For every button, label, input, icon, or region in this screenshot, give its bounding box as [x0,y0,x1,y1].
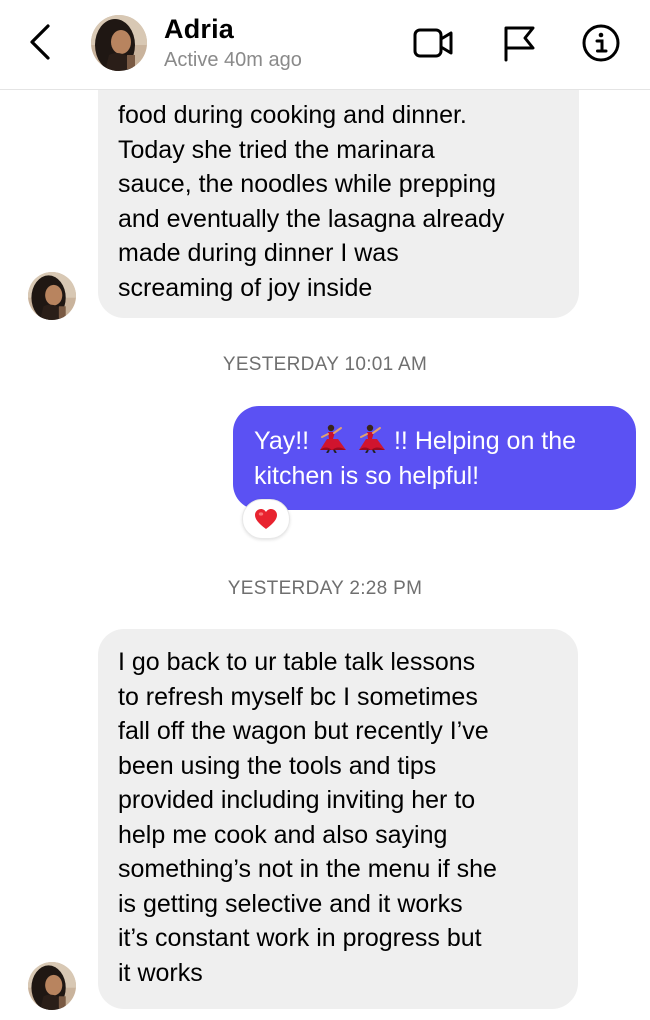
active-status: Active 40m ago [164,49,302,71]
message-line: to refresh myself bc I sometimes [118,682,478,711]
message-line: been using the tools and tips [118,751,437,780]
contact-name[interactable]: Adria [164,14,234,45]
avatar-photo [28,272,76,320]
message-line: I go back to ur table talk lessons [118,648,476,676]
timestamp: YESTERDAY 10:01 AM [222,354,428,375]
message-line: it’s constant work in progress but [118,924,482,952]
message-thread[interactable]: food during cooking and dinner. Today sh… [0,90,650,1020]
dancer-emoji [320,424,347,453]
message-line: help me cook and also saying [118,820,448,849]
heart-reaction[interactable] [242,499,290,539]
dancer-emoji [359,424,386,453]
incoming-message[interactable]: I go back to ur table talk lessons to re… [98,629,578,1009]
message-line: kitchen is so helpful! [254,461,480,490]
back-button[interactable] [22,20,62,64]
message-line: and eventually the lasagna already [118,204,505,233]
avatar-photo [28,962,76,1010]
message-line: sauce, the noodles while prepping [118,170,497,198]
message-line: made during dinner I was [118,239,399,267]
incoming-message[interactable]: food during cooking and dinner. Today sh… [98,90,579,318]
chevron-left-icon [30,24,50,60]
contact-avatar[interactable] [91,15,147,71]
message-text: !! Helping on the [393,427,577,455]
chat-header: Adria Active 40m ago [0,0,650,90]
message-line: Yay!! !! Helping on the [254,423,616,459]
flag-icon [504,26,535,62]
message-line: something’s not in the menu if she [118,855,497,883]
outgoing-message[interactable]: Yay!! !! Helping on the kitchen is so he… [233,406,636,510]
video-camera-icon [413,28,453,58]
message-line: Today she tried the marinara [118,135,435,164]
sender-avatar[interactable] [28,962,76,1010]
info-button[interactable] [578,20,624,66]
message-line: is getting selective and it works [118,889,463,918]
message-text: Yay!! [254,427,310,455]
avatar-photo [91,15,147,71]
timestamp: YESTERDAY 2:28 PM [227,578,423,599]
message-line: it works [118,958,203,987]
message-line: screaming of joy inside [118,273,373,302]
video-call-button[interactable] [410,20,456,66]
message-line: food during cooking and dinner. [118,101,467,129]
info-icon [582,24,620,62]
heart-icon [255,509,277,529]
message-line: fall off the wagon but recently I’ve [118,717,489,745]
message-line: provided including inviting her to [118,786,476,814]
report-button[interactable] [497,20,543,66]
sender-avatar[interactable] [28,272,76,320]
